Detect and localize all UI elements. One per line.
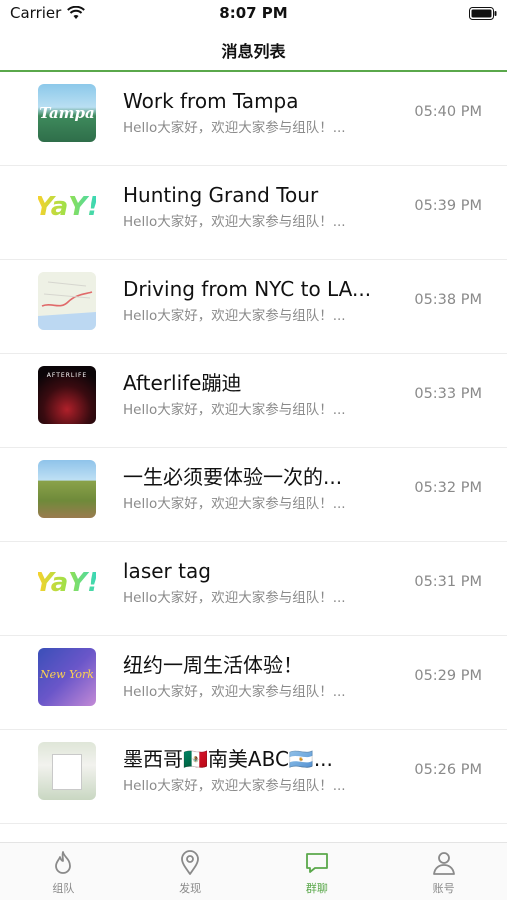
thumbnail-caption: Tampa — [39, 104, 95, 122]
tab-team[interactable]: 组队 — [0, 843, 127, 900]
page-title: 消息列表 — [221, 42, 286, 61]
person-icon — [432, 852, 455, 875]
message-preview: Hello大家好，欢迎大家参与组队！... — [123, 402, 346, 418]
yay-logo: YaY! — [38, 192, 96, 222]
tab-group-chat[interactable]: 群聊 — [254, 843, 381, 900]
message-time: 05:33 PM — [414, 386, 482, 402]
flame-icon — [55, 851, 72, 874]
message-time: 05:32 PM — [414, 480, 482, 496]
message-title: 墨西哥🇲🇽南美ABC🇦🇷... — [123, 747, 333, 771]
thumbnail-caption: New York — [40, 668, 94, 681]
group-thumbnail — [38, 460, 96, 518]
tab-label: 发现 — [179, 882, 202, 895]
group-thumbnail: YaY! — [38, 178, 96, 236]
group-thumbnail: AFTERLIFE — [38, 366, 96, 424]
tab-bar: 组队 发现 群聊 账号 — [0, 842, 507, 900]
message-row-partial[interactable] — [0, 824, 507, 842]
message-preview: Hello大家好，欢迎大家参与组队！... — [123, 496, 346, 512]
tab-label: 组队 — [52, 882, 75, 895]
message-time: 05:40 PM — [414, 104, 482, 120]
message-title: laser tag — [123, 559, 211, 583]
group-thumbnail: Tampa — [38, 84, 96, 142]
location-pin-icon — [181, 850, 200, 875]
status-time: 8:07 PM — [219, 4, 288, 22]
message-row-must-experience[interactable]: 一生必须要体验一次的... Hello大家好，欢迎大家参与组队！... 05:3… — [0, 448, 507, 542]
message-time: 05:38 PM — [414, 292, 482, 308]
message-preview: Hello大家好，欢迎大家参与组队！... — [123, 308, 346, 324]
tab-label: 群聊 — [305, 882, 328, 895]
navigation-bar: 消息列表 — [0, 28, 507, 72]
map-route-image — [38, 272, 96, 330]
tab-discover[interactable]: 发现 — [127, 843, 254, 900]
document-image — [52, 754, 82, 790]
status-bar: Carrier 8:07 PM — [0, 0, 507, 28]
message-time: 05:29 PM — [414, 668, 482, 684]
battery-icon — [469, 7, 497, 20]
message-list[interactable]: Tampa Work from Tampa Hello大家好，欢迎大家参与组队！… — [0, 72, 507, 842]
message-title: Hunting Grand Tour — [123, 183, 319, 207]
message-time: 05:39 PM — [414, 198, 482, 214]
message-row-laser-tag[interactable]: YaY! laser tag Hello大家好，欢迎大家参与组队！... 05:… — [0, 542, 507, 636]
message-preview: Hello大家好，欢迎大家参与组队！... — [123, 120, 346, 136]
message-time: 05:31 PM — [414, 574, 482, 590]
message-row-afterlife[interactable]: AFTERLIFE Afterlife蹦迪 Hello大家好，欢迎大家参与组队！… — [0, 354, 507, 448]
message-preview: Hello大家好，欢迎大家参与组队！... — [123, 590, 346, 606]
group-thumbnail — [38, 742, 96, 800]
message-time: 05:26 PM — [414, 762, 482, 778]
message-row-nyc-week[interactable]: New York 纽约一周生活体验！ Hello大家好，欢迎大家参与组队！...… — [0, 636, 507, 730]
message-preview: Hello大家好，欢迎大家参与组队！... — [123, 684, 346, 700]
yay-logo: YaY! — [38, 568, 96, 598]
message-title: Driving from NYC to LA... — [123, 277, 372, 301]
message-row-hunting-grand-tour[interactable]: YaY! Hunting Grand Tour Hello大家好，欢迎大家参与组… — [0, 166, 507, 260]
message-title: 一生必须要体验一次的... — [123, 465, 343, 489]
tab-label: 账号 — [432, 882, 455, 895]
message-preview: Hello大家好，欢迎大家参与组队！... — [123, 778, 346, 794]
group-thumbnail — [38, 272, 96, 330]
chat-bubble-icon — [305, 853, 328, 873]
tab-account[interactable]: 账号 — [380, 843, 507, 900]
message-title: Work from Tampa — [123, 89, 299, 113]
thumbnail-caption: AFTERLIFE — [46, 372, 88, 379]
message-row-work-from-tampa[interactable]: Tampa Work from Tampa Hello大家好，欢迎大家参与组队！… — [0, 72, 507, 166]
message-preview: Hello大家好，欢迎大家参与组队！... — [123, 214, 346, 230]
message-row-driving-nyc-la[interactable]: Driving from NYC to LA... Hello大家好，欢迎大家参… — [0, 260, 507, 354]
message-title: 纽约一周生活体验！ — [123, 653, 303, 677]
message-title: Afterlife蹦迪 — [123, 371, 242, 395]
group-thumbnail: YaY! — [38, 554, 96, 612]
message-row-mexico-south-america[interactable]: 墨西哥🇲🇽南美ABC🇦🇷... Hello大家好，欢迎大家参与组队！... 05… — [0, 730, 507, 824]
group-thumbnail: New York — [38, 648, 96, 706]
